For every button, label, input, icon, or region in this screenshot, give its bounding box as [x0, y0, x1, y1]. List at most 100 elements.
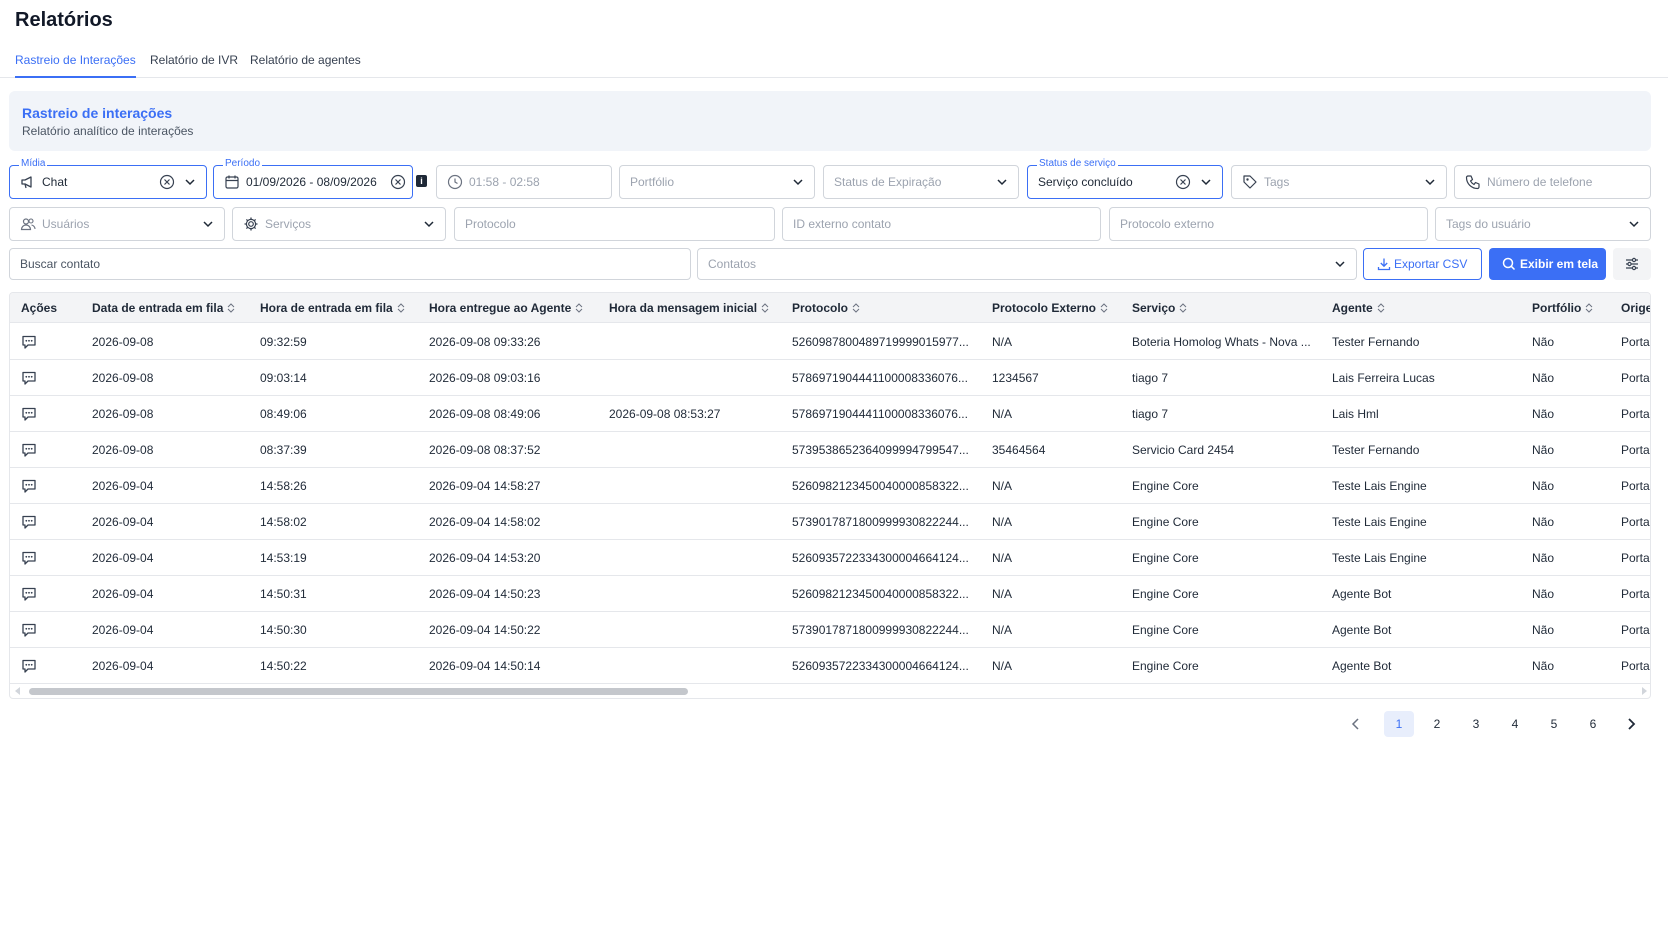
- megaphone-icon: [21, 176, 32, 189]
- table-row: 2026-09-08 09:03:14 2026-09-08 09:03:16 578…: [10, 360, 1650, 396]
- column-header-agente[interactable]: Agente: [1332, 293, 1385, 323]
- column-header-protocolo-externo[interactable]: Protocolo Externo: [992, 293, 1108, 323]
- column-header-origem[interactable]: Origem: [1621, 293, 1650, 323]
- portfolio-select[interactable]: Portfólio: [619, 165, 815, 199]
- export-csv-label: Exportar CSV: [1394, 257, 1468, 271]
- buscar-contato-input[interactable]: Buscar contato: [9, 248, 691, 280]
- hora-range-input[interactable]: 01:58 - 02:58: [436, 165, 612, 199]
- midia-select[interactable]: Mídia Chat: [9, 158, 207, 199]
- column-header-hora-entregue[interactable]: Hora entregue ao Agente: [429, 293, 583, 323]
- hora-placeholder: 01:58 - 02:58: [469, 175, 540, 189]
- tab-relatorio-ivr[interactable]: Relatório de IVR: [150, 50, 238, 78]
- page-1-button[interactable]: 1: [1384, 711, 1414, 737]
- clear-icon[interactable]: [390, 174, 406, 190]
- column-header-servico[interactable]: Serviço: [1132, 293, 1187, 323]
- cell-protocolo-externo: N/A: [992, 587, 1013, 601]
- clear-icon[interactable]: [159, 174, 175, 190]
- cell-protocolo-externo: N/A: [992, 335, 1013, 349]
- tags-usuario-select[interactable]: Tags do usuário: [1435, 207, 1651, 241]
- cell-hora-entrada: 08:49:06: [260, 407, 307, 421]
- contatos-select[interactable]: Contatos: [697, 248, 1357, 280]
- cell-origem: Portal: [1621, 335, 1651, 349]
- interactions-table: Ações Data de entrada em fila Hora de en…: [9, 292, 1651, 699]
- chevron-left-icon[interactable]: [1349, 717, 1363, 731]
- column-header-protocolo[interactable]: Protocolo: [792, 293, 860, 323]
- table-header: Ações Data de entrada em fila Hora de en…: [10, 293, 1650, 323]
- tab-relatorio-agentes[interactable]: Relatório de agentes: [250, 50, 361, 78]
- protocolo-externo-input[interactable]: Protocolo externo: [1109, 207, 1428, 241]
- column-header-portfolio[interactable]: Portfólio: [1532, 293, 1593, 323]
- telefone-input[interactable]: Número de telefone: [1454, 165, 1651, 199]
- cell-data-entrada: 2026-09-08: [92, 335, 154, 349]
- exibir-em-tela-button[interactable]: Exibir em tela: [1489, 248, 1606, 280]
- cell-protocolo: 5260935722334300004664124...: [792, 659, 969, 673]
- cell-protocolo-externo: N/A: [992, 407, 1013, 421]
- export-csv-button[interactable]: Exportar CSV: [1363, 248, 1482, 280]
- chat-bubble-icon[interactable]: [21, 550, 37, 566]
- page-4-button[interactable]: 4: [1500, 711, 1530, 737]
- periodo-date-range[interactable]: Período 01/09/2026 - 08/09/2026: [213, 158, 413, 199]
- banner-title: Rastreio de interações: [22, 105, 173, 121]
- cell-servico: Engine Core: [1132, 515, 1199, 529]
- column-header-hora-mensagem-inicial[interactable]: Hora da mensagem inicial: [609, 293, 769, 323]
- chat-bubble-icon[interactable]: [21, 586, 37, 602]
- sort-icon: [1100, 303, 1108, 313]
- cell-servico: Engine Core: [1132, 551, 1199, 565]
- chat-bubble-icon[interactable]: [21, 514, 37, 530]
- chat-bubble-icon[interactable]: [21, 370, 37, 386]
- cell-data-entrada: 2026-09-04: [92, 515, 154, 529]
- status-expiracao-select[interactable]: Status de Expiração: [823, 165, 1019, 199]
- report-tabs: Rastreio de Interações Relatório de IVR …: [0, 46, 1668, 78]
- cell-hora-entregue: 2026-09-04 14:58:02: [429, 515, 541, 529]
- protocolo-input[interactable]: Protocolo: [454, 207, 775, 241]
- cell-protocolo-externo: N/A: [992, 623, 1013, 637]
- page-3-button[interactable]: 3: [1461, 711, 1491, 737]
- chat-bubble-icon[interactable]: [21, 406, 37, 422]
- cell-servico: tiago 7: [1132, 371, 1169, 385]
- info-icon[interactable]: i: [416, 175, 427, 187]
- page-5-button[interactable]: 5: [1539, 711, 1569, 737]
- chevron-right-icon[interactable]: [1624, 717, 1638, 731]
- servicos-select[interactable]: Serviços: [232, 207, 446, 241]
- cell-servico: Boteria Homolog Whats - Nova ...: [1132, 335, 1311, 349]
- cell-protocolo-externo: N/A: [992, 551, 1013, 565]
- tags-placeholder: Tags: [1264, 175, 1290, 189]
- column-settings-button[interactable]: [1613, 248, 1651, 280]
- chat-bubble-icon[interactable]: [21, 622, 37, 638]
- scroll-right-arrow[interactable]: [1642, 687, 1647, 695]
- scrollbar-thumb[interactable]: [29, 688, 688, 695]
- cell-data-entrada: 2026-09-04: [92, 587, 154, 601]
- chat-bubble-icon[interactable]: [21, 442, 37, 458]
- cell-agente: Lais Hml: [1332, 407, 1379, 421]
- tags-select[interactable]: Tags: [1231, 165, 1447, 199]
- usuarios-placeholder: Usuários: [42, 217, 90, 231]
- cell-hora-entregue: 2026-09-08 09:33:26: [429, 335, 541, 349]
- column-header-hora-entrada[interactable]: Hora de entrada em fila: [260, 293, 405, 323]
- gear-icon: [244, 217, 258, 231]
- cell-data-entrada: 2026-09-04: [92, 479, 154, 493]
- cell-servico: Servicio Card 2454: [1132, 443, 1235, 457]
- cell-hora-entregue: 2026-09-08 09:03:16: [429, 371, 541, 385]
- id-externo-input[interactable]: ID externo contato: [782, 207, 1101, 241]
- page-6-button[interactable]: 6: [1578, 711, 1608, 737]
- cell-hora-mensagem-inicial: 2026-09-08 08:53:27: [609, 407, 721, 421]
- page-2-button[interactable]: 2: [1422, 711, 1452, 737]
- chat-bubble-icon[interactable]: [21, 334, 37, 350]
- cell-protocolo-externo: 1234567: [992, 371, 1039, 385]
- horizontal-scrollbar[interactable]: [10, 684, 1650, 698]
- clear-icon[interactable]: [1175, 174, 1191, 190]
- usuarios-select[interactable]: Usuários: [9, 207, 225, 241]
- scroll-left-arrow[interactable]: [15, 687, 20, 695]
- column-header-data-entrada[interactable]: Data de entrada em fila: [92, 293, 235, 323]
- cell-data-entrada: 2026-09-04: [92, 623, 154, 637]
- cell-hora-entregue: 2026-09-08 08:49:06: [429, 407, 541, 421]
- tab-rastreio-interacoes[interactable]: Rastreio de Interações: [15, 50, 136, 78]
- cell-hora-entrada: 14:50:22: [260, 659, 307, 673]
- chat-bubble-icon[interactable]: [21, 658, 37, 674]
- status-servico-select[interactable]: Status de serviço Serviço concluído: [1027, 158, 1223, 199]
- sort-icon: [575, 303, 583, 313]
- chat-bubble-icon[interactable]: [21, 478, 37, 494]
- cell-hora-entrada: 14:58:26: [260, 479, 307, 493]
- cell-protocolo-externo: 35464564: [992, 443, 1046, 457]
- chevron-down-icon: [185, 179, 195, 186]
